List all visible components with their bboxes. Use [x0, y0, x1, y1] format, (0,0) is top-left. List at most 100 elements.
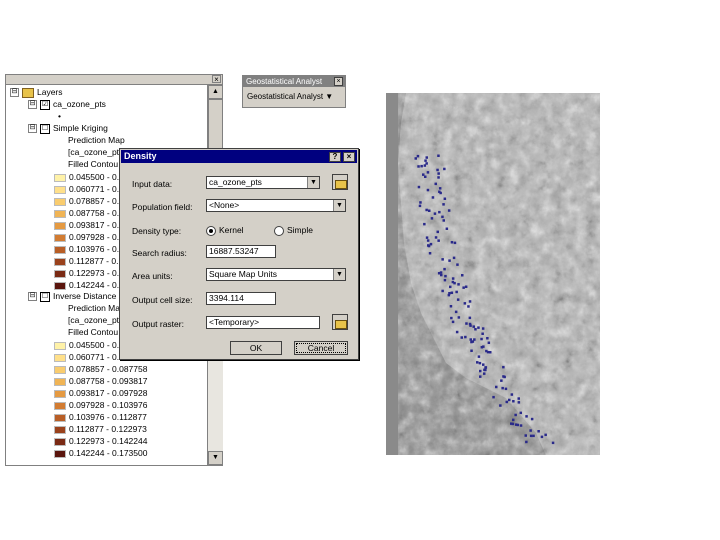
ozone-point [510, 393, 514, 396]
ozone-point [474, 328, 477, 331]
ozone-point [427, 244, 430, 247]
checkbox-icon[interactable]: ☑ [40, 99, 50, 110]
checkbox-icon[interactable]: ☐ [40, 123, 50, 134]
ozone-point [485, 349, 488, 353]
ozone-point [479, 369, 482, 373]
radio-icon[interactable] [274, 225, 284, 236]
shaded-relief-map[interactable] [386, 93, 600, 455]
kernel-radio[interactable]: Kernel [206, 225, 244, 236]
ozone-point [529, 434, 533, 438]
ozone-point [449, 305, 453, 308]
legend-entry: 0.087758 - 0.093817 [54, 376, 147, 387]
output-raster-input[interactable]: <Temporary> [206, 316, 320, 329]
ozone-point [438, 190, 441, 193]
color-swatch [54, 425, 66, 434]
ozone-point [480, 337, 483, 341]
ozone-point [450, 241, 454, 244]
color-swatch [54, 233, 66, 242]
density-type-label: Density type: [132, 226, 182, 236]
collapse-icon[interactable]: ⊟ [28, 100, 37, 110]
population-field-dropdown[interactable]: <None> ▼ [206, 199, 346, 212]
ozone-point [484, 368, 487, 372]
ozone-point [440, 273, 443, 277]
output-raster-label: Output raster: [132, 319, 184, 329]
ozone-point [417, 165, 420, 168]
kernel-label: Kernel [219, 225, 244, 235]
open-folder-icon[interactable] [332, 174, 348, 190]
ozone-point [481, 327, 485, 330]
ok-button[interactable]: OK [230, 341, 282, 355]
input-data-dropdown[interactable]: ca_ozone_pts ▼ [206, 176, 320, 189]
ozone-point [451, 280, 455, 284]
legend-entry: 0.078857 - 0.0 [54, 196, 124, 207]
toc-sub-label: Filled Contou [68, 159, 119, 169]
ozone-point [486, 337, 489, 340]
ozone-point [444, 274, 447, 278]
ozone-point [514, 413, 517, 417]
ozone-point [551, 441, 555, 445]
scroll-down-icon[interactable]: ▼ [208, 451, 223, 465]
ozone-point [460, 336, 463, 339]
simple-radio[interactable]: Simple [274, 225, 313, 236]
dialog-title: Density [124, 151, 157, 161]
ozone-point [461, 274, 464, 277]
toc-row-layers[interactable]: ⊟ Layers [10, 87, 63, 98]
chevron-down-icon[interactable]: ▼ [307, 177, 319, 188]
legend-entry: 0.103976 - 0.112877 [54, 412, 147, 423]
ozone-point [537, 430, 540, 433]
ozone-point [442, 203, 445, 206]
ozone-point [484, 366, 487, 369]
open-folder-icon[interactable] [332, 314, 348, 330]
legend-label: 0.103976 - 0.112877 [69, 412, 147, 422]
ozone-point [468, 300, 472, 303]
collapse-icon[interactable]: ⊟ [28, 124, 37, 134]
search-radius-input[interactable]: 16887.53247 [206, 245, 276, 258]
ozone-point [426, 239, 430, 242]
ozone-point [532, 434, 535, 438]
ozone-point [418, 204, 422, 208]
legend-entry: 0.097928 - 0.0 [54, 232, 124, 243]
ozone-point [504, 387, 508, 391]
toc-titlebar: × [6, 75, 222, 85]
output-cell-size-label: Output cell size: [132, 295, 193, 305]
ozone-point [503, 375, 506, 379]
radio-selected-icon[interactable] [206, 225, 216, 236]
chevron-down-icon[interactable]: ▼ [333, 269, 345, 280]
toc-close-button[interactable]: × [212, 75, 221, 84]
legend-entry: 0.142244 - 0.173500 [54, 448, 147, 459]
population-field-label: Population field: [132, 202, 193, 212]
ozone-point [436, 168, 439, 172]
cancel-button[interactable]: Cancel [294, 341, 348, 355]
geostatistical-menu[interactable]: Geostatistical Analyst ▼ [247, 92, 333, 101]
toc-sub-label: [ca_ozone_pt [68, 315, 120, 325]
collapse-icon[interactable]: ⊟ [10, 88, 19, 98]
ozone-point [465, 322, 468, 325]
close-icon[interactable]: × [334, 77, 343, 86]
checkbox-icon[interactable]: ☐ [40, 291, 50, 302]
ozone-point [441, 258, 444, 261]
ozone-point [468, 322, 472, 326]
area-units-dropdown[interactable]: Square Map Units ▼ [206, 268, 346, 281]
collapse-icon[interactable]: ⊟ [28, 292, 37, 302]
output-cell-size-input[interactable]: 3394.114 [206, 292, 276, 305]
ozone-point [517, 401, 521, 404]
scroll-up-icon[interactable]: ▲ [208, 85, 223, 99]
legend-entry: 0.103976 - 0.1 [54, 244, 124, 255]
help-icon[interactable]: ? [329, 152, 341, 162]
close-icon[interactable]: × [343, 152, 355, 162]
ozone-point [426, 188, 430, 192]
ozone-point [470, 349, 473, 352]
ozone-point [469, 338, 472, 341]
ozone-point [519, 411, 522, 415]
toc-row-ca-ozone[interactable]: ⊟ ☑ ca_ozone_pts [28, 99, 106, 110]
toc-sub-label: Prediction Map [68, 135, 125, 145]
ozone-point [425, 208, 428, 212]
legend-label: 0.078857 - 0.0 [69, 196, 124, 206]
toc-row-inverse-distance[interactable]: ⊟ ☐ Inverse Distance [28, 291, 116, 302]
color-swatch [54, 437, 66, 446]
ozone-point [525, 440, 528, 444]
chevron-down-icon[interactable]: ▼ [333, 200, 345, 211]
legend-label: 0.122973 - 0.1 [69, 268, 124, 278]
ozone-point [443, 167, 446, 171]
toc-row-simple-kriging[interactable]: ⊟ ☐ Simple Kriging [28, 123, 108, 134]
